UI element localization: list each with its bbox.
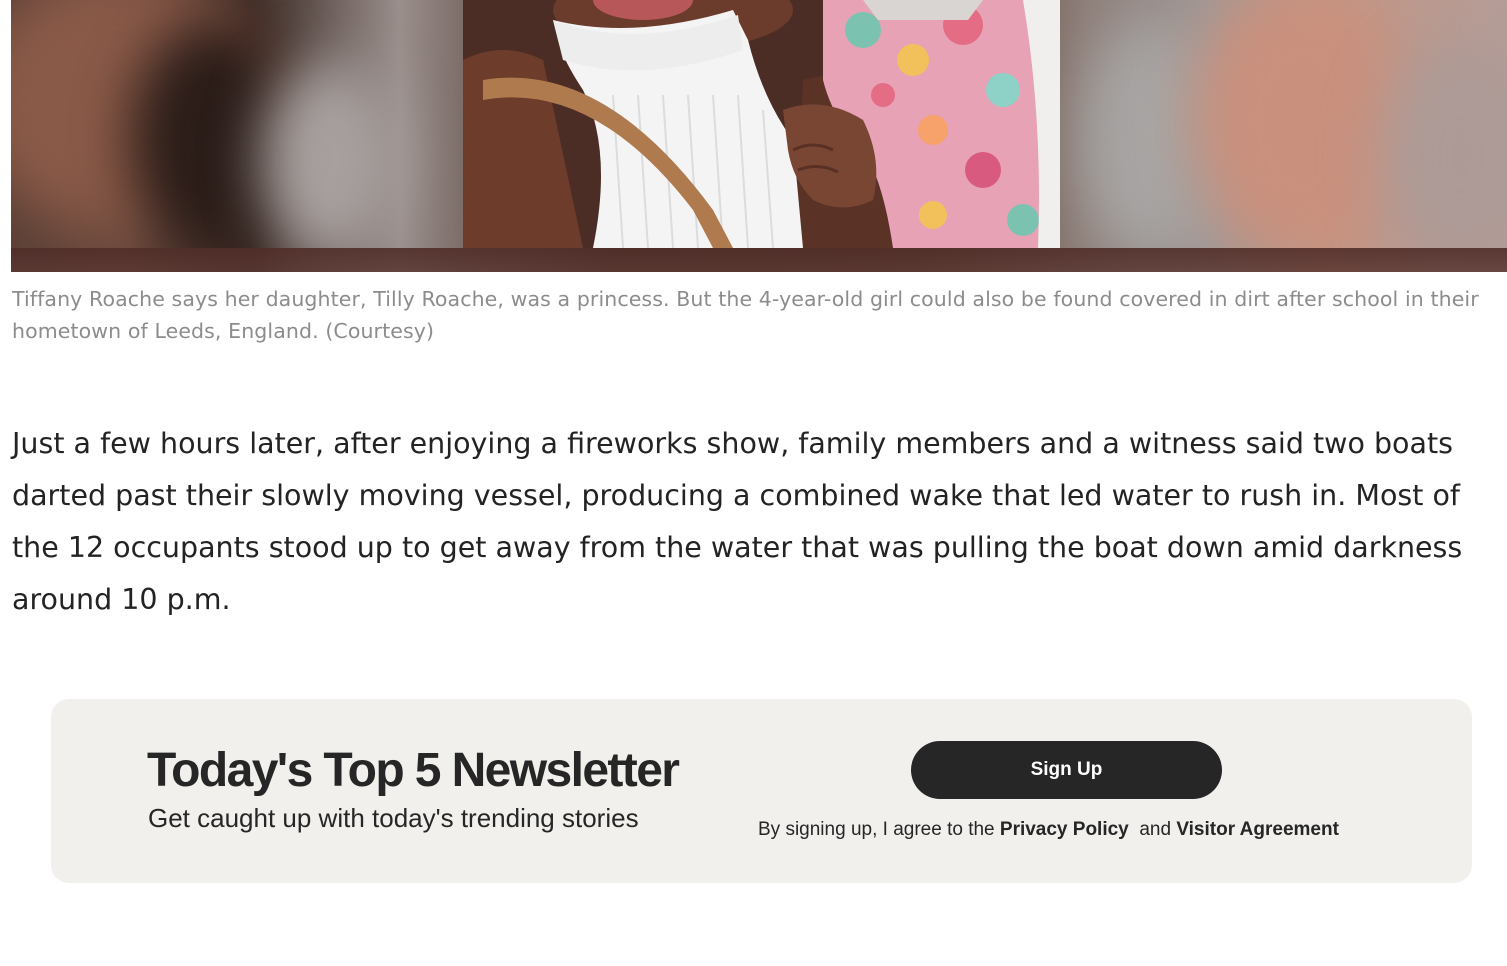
article-photo <box>11 0 1507 272</box>
newsletter-title: Today's Top 5 Newsletter <box>147 744 680 797</box>
sign-up-button[interactable]: Sign Up <box>911 741 1222 799</box>
newsletter-subtitle: Get caught up with today's trending stor… <box>148 803 639 833</box>
legal-prefix: By signing up, I agree to the <box>758 819 995 840</box>
legal-and: and <box>1139 819 1172 840</box>
photo-caption: Tiffany Roache says her daughter, Tilly … <box>12 287 1479 343</box>
photo-inner <box>463 0 1060 248</box>
privacy-policy-link[interactable]: Privacy Policy <box>1000 819 1129 840</box>
newsletter-signup-box: Today's Top 5 Newsletter Get caught up w… <box>51 699 1472 883</box>
photo-bottom-shade <box>11 248 1507 272</box>
article-page: Tiffany Roache says her daughter, Tilly … <box>0 0 1507 966</box>
newsletter-legal-text: By signing up, I agree to the Privacy Po… <box>758 819 1339 841</box>
article-paragraph: Just a few hours later, after enjoying a… <box>12 427 1463 616</box>
visitor-agreement-link[interactable]: Visitor Agreement <box>1176 819 1339 840</box>
photo-illustration <box>463 0 1060 248</box>
